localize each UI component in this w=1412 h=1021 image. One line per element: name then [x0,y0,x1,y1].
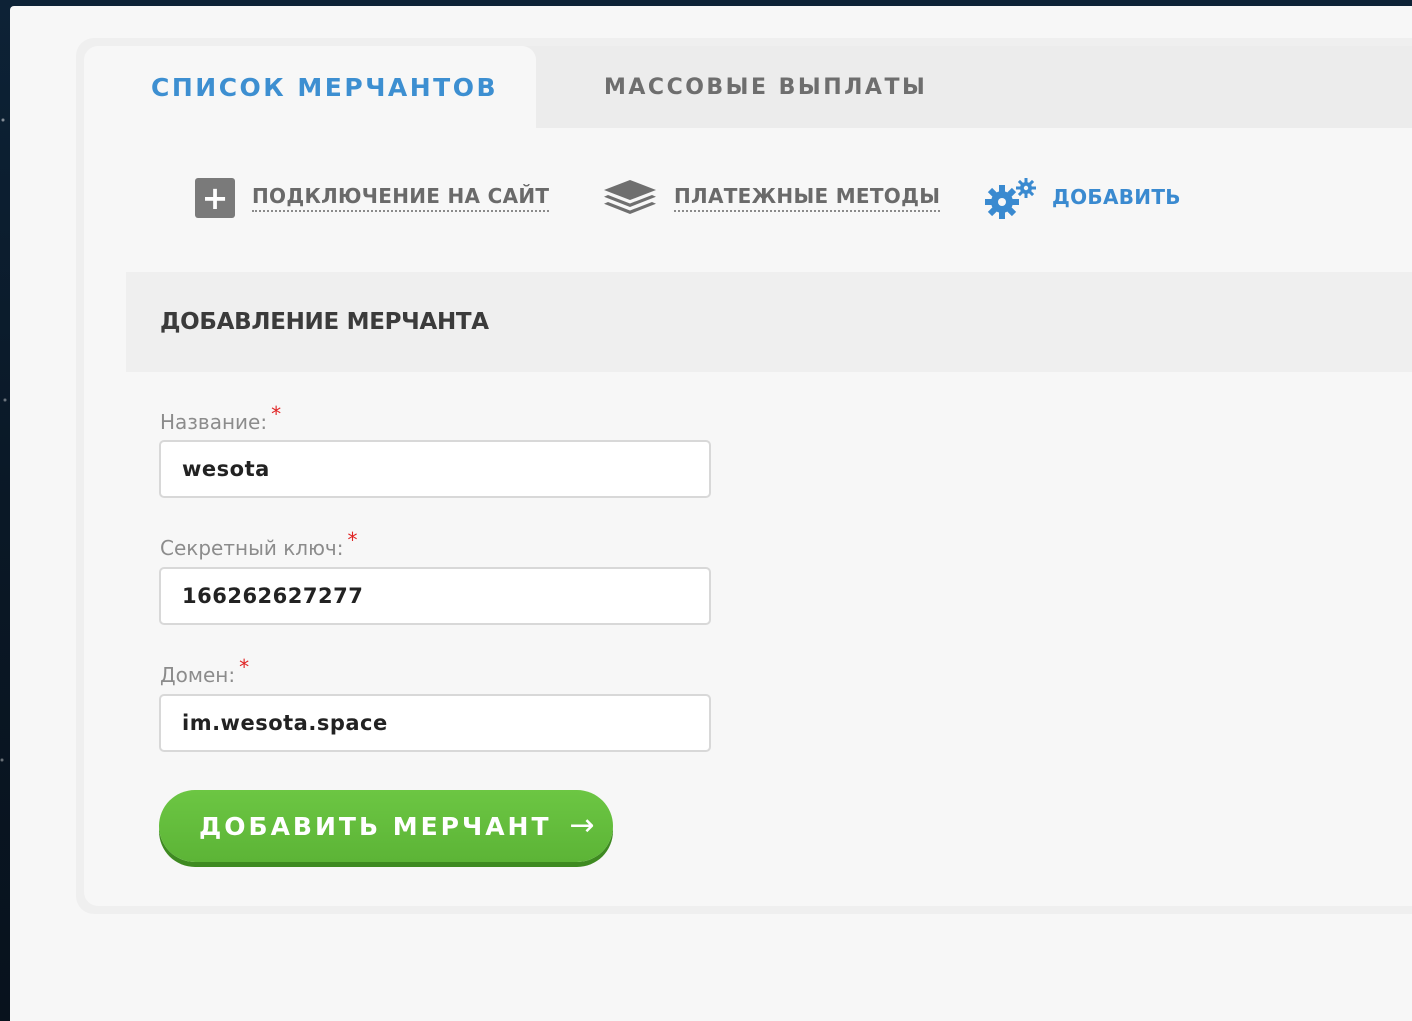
required-mark: * [347,528,358,552]
section-title: ДОБАВЛЕНИЕ МЕРЧАНТА [160,309,489,335]
required-mark: * [271,402,282,426]
plus-box-icon: + [195,178,235,218]
required-mark: * [239,655,250,679]
secret-key-field-label: Секретный ключ: * [160,528,357,560]
merchant-panel-inner: СПИСОК МЕРЧАНТОВ МАССОВЫЕ ВЫПЛАТЫ + ПОДК… [84,46,1412,906]
secret-key-input[interactable] [159,567,711,625]
gears-icon [982,176,1038,220]
connect-to-site-label: ПОДКЛЮЧЕНИЕ НА САЙТ [252,184,550,212]
add-link[interactable]: ДОБАВИТЬ [982,176,1181,220]
domain-field-label: Домен: * [160,655,249,687]
tab-merchant-list-label: СПИСОК МЕРЧАНТОВ [151,72,499,102]
arrow-right-icon: → [569,808,595,843]
page-content: СПИСОК МЕРЧАНТОВ МАССОВЫЕ ВЫПЛАТЫ + ПОДК… [10,6,1412,1021]
payment-methods-link[interactable]: ПЛАТЕЖНЫЕ МЕТОДЫ [602,176,941,220]
domain-input[interactable] [159,694,711,752]
add-merchant-button[interactable]: ДОБАВИТЬ МЕРЧАНТ → [159,790,613,862]
section-header: ДОБАВЛЕНИЕ МЕРЧАНТА [126,272,1412,372]
tab-mass-payouts[interactable]: МАССОВЫЕ ВЫПЛАТЫ [536,46,927,128]
domain-label-text: Домен: [160,663,236,687]
tab-merchant-list[interactable]: СПИСОК МЕРЧАНТОВ [84,46,536,128]
secret-key-label-text: Секретный ключ: [160,536,344,560]
add-merchant-button-label: ДОБАВИТЬ МЕРЧАНТ [199,811,552,841]
payment-methods-label: ПЛАТЕЖНЫЕ МЕТОДЫ [674,184,941,212]
tab-bar: СПИСОК МЕРЧАНТОВ МАССОВЫЕ ВЫПЛАТЫ [84,46,1412,128]
name-field-label: Название: * [160,402,281,434]
layers-icon [602,178,658,218]
name-input[interactable] [159,440,711,498]
merchant-panel: СПИСОК МЕРЧАНТОВ МАССОВЫЕ ВЫПЛАТЫ + ПОДК… [76,38,1412,914]
tab-mass-payouts-label: МАССОВЫЕ ВЫПЛАТЫ [604,74,928,100]
add-label: ДОБАВИТЬ [1052,185,1181,209]
name-label-text: Название: [160,410,268,434]
connect-to-site-link[interactable]: + ПОДКЛЮЧЕНИЕ НА САЙТ [195,176,550,220]
